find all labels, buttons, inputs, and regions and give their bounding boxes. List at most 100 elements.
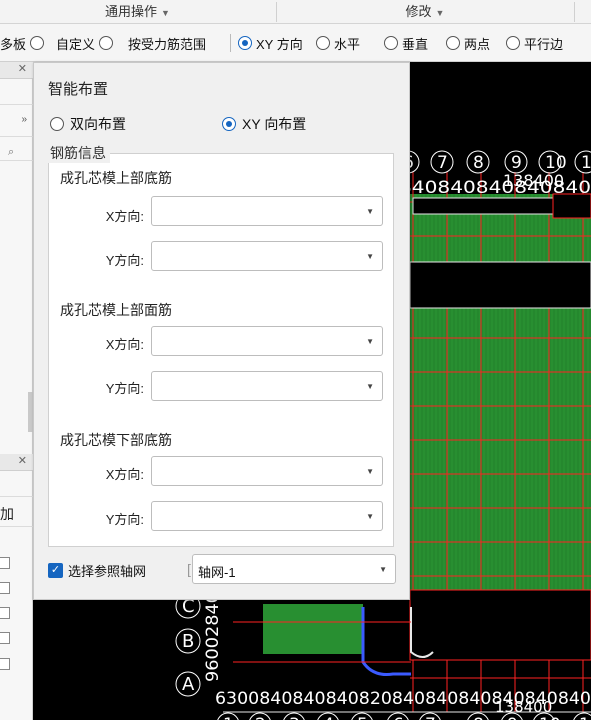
- panel-row: [0, 497, 33, 527]
- toolbar-divider: [230, 34, 231, 52]
- ribbon-divider: [574, 2, 575, 22]
- opening-band: [409, 589, 591, 661]
- slab-region: [410, 404, 591, 604]
- chevron-down-icon: ▼: [161, 8, 170, 18]
- panel-row: [0, 79, 33, 105]
- left-dock-panel: ✕ » ⌕ ✕ 加: [0, 62, 33, 720]
- upper-bottom-rebar-x-select[interactable]: ▼: [151, 196, 383, 226]
- option-slab[interactable]: 多板: [0, 24, 48, 62]
- radio-icon: [384, 36, 398, 50]
- row-checkbox[interactable]: [0, 582, 10, 594]
- radio-icon: [316, 36, 330, 50]
- ribbon-group-general-label: 通用操作: [105, 4, 158, 19]
- mode-bidirectional[interactable]: 双向布置: [50, 114, 126, 134]
- option-two-points-label: 两点: [464, 36, 491, 52]
- x-direction-label: X方向:: [105, 337, 144, 352]
- upper-bottom-rebar-y-select[interactable]: ▼: [151, 241, 383, 271]
- axis-grid-checkbox[interactable]: ✓ 选择参照轴网: [48, 561, 146, 580]
- axis-label-bottom: 9: [507, 715, 518, 720]
- dropdown-arrow-icon: ▼: [366, 467, 374, 476]
- dialog-title: 智能布置: [48, 81, 109, 98]
- option-rebar-range[interactable]: 按受力筋范围: [128, 24, 206, 62]
- axis-label-left: A: [182, 674, 195, 695]
- chevron-down-icon: ▼: [435, 8, 445, 18]
- ribbon-group-modify-label: 修改: [405, 4, 432, 19]
- axis-label-bottom: 1: [579, 715, 590, 720]
- ribbon-group-bar: 通用操作 ▼ 修改 ▼: [0, 0, 591, 24]
- upper-top-rebar-y-select[interactable]: ▼: [151, 371, 383, 401]
- upper-top-rebar-x-select[interactable]: ▼: [151, 326, 383, 356]
- lower-bottom-rebar-x-select[interactable]: ▼: [151, 456, 383, 486]
- axis-label-bottom: 10: [539, 715, 561, 720]
- dropdown-arrow-icon: ▼: [379, 565, 387, 574]
- dropdown-arrow-icon: ▼: [366, 252, 374, 261]
- option-horizontal-label: 水平: [334, 36, 361, 52]
- axis-label-left: B: [182, 631, 194, 652]
- radio-icon: [446, 36, 460, 50]
- top-dimension-string: 840840840840840: [399, 178, 591, 198]
- radio-selected-icon: [222, 117, 236, 131]
- axis-label-top: 7: [437, 153, 448, 173]
- radio-icon: [506, 36, 520, 50]
- option-rebar-range-label: 按受力筋范围: [128, 36, 207, 52]
- section-title: 成孔芯模上部面筋: [60, 302, 172, 318]
- y-direction-label: Y方向:: [105, 512, 144, 527]
- dropdown-arrow-icon: ▼: [366, 382, 374, 391]
- mode-bidirectional-label: 双向布置: [70, 116, 126, 132]
- row-checkbox[interactable]: [0, 557, 10, 569]
- ribbon-group-general[interactable]: 通用操作 ▼: [0, 0, 275, 24]
- row-checkbox[interactable]: [0, 632, 10, 644]
- opening-band: [412, 197, 554, 215]
- panel-header: ✕: [0, 454, 33, 471]
- x-direction-label: X方向:: [105, 467, 144, 482]
- radio-icon: [50, 117, 64, 131]
- panel-row: [0, 105, 33, 137]
- axis-grid-checkbox-label: 选择参照轴网: [68, 564, 147, 579]
- axis-label-bottom: 1: [223, 715, 234, 720]
- option-two-points[interactable]: 两点: [442, 24, 490, 62]
- slab-region: [263, 604, 363, 654]
- axis-label-top: 8: [473, 153, 484, 173]
- radio-selected-icon: [238, 36, 252, 50]
- option-xy-direction-label: XY 方向: [256, 36, 303, 52]
- option-vertical-label: 垂直: [402, 36, 429, 52]
- section-title: 成孔芯模下部底筋: [60, 432, 172, 448]
- dropdown-arrow-icon: ▼: [366, 207, 374, 216]
- axis-label-top: 1: [581, 153, 591, 173]
- axis-label-bottom: 8: [473, 715, 484, 720]
- axis-label-bottom: 4: [323, 715, 334, 720]
- axis-grid-select[interactable]: 轴网-1 ▼: [192, 554, 396, 584]
- panel-header: ✕: [0, 62, 33, 79]
- x-direction-label: X方向:: [105, 209, 144, 224]
- mode-xy-label: XY 向布置: [242, 116, 307, 132]
- axis-label-bottom: 3: [289, 715, 300, 720]
- axis-labels-left: C B A: [182, 596, 195, 695]
- opening-band: [409, 261, 591, 309]
- mode-xy[interactable]: XY 向布置: [222, 114, 306, 134]
- option-slab-label: 多板: [0, 36, 27, 52]
- axis-label-top: 9: [511, 153, 522, 173]
- close-icon[interactable]: ✕: [18, 454, 27, 467]
- lower-bottom-rebar-y-select[interactable]: ▼: [151, 501, 383, 531]
- smart-placement-dialog: 智能布置 双向布置 XY 向布置 钢筋信息 成孔芯模上部底筋 X方向: ▼ Y方…: [33, 62, 410, 600]
- option-xy-direction[interactable]: XY 方向: [234, 24, 303, 62]
- axis-label-top: 10: [545, 153, 567, 173]
- axis-label-bottom: 7: [425, 715, 436, 720]
- panel-search-row: [0, 137, 33, 161]
- option-custom-label: 自定义: [56, 36, 96, 52]
- axis-label-bottom: 5: [357, 715, 368, 720]
- checkbox-checked-icon: ✓: [48, 563, 63, 578]
- close-icon[interactable]: ✕: [18, 62, 27, 75]
- option-vertical[interactable]: 垂直: [380, 24, 428, 62]
- radio-icon: [30, 36, 45, 50]
- option-custom[interactable]: 自定义: [56, 24, 117, 62]
- row-checkbox[interactable]: [0, 607, 10, 619]
- ribbon-group-modify[interactable]: 修改 ▼: [277, 0, 573, 24]
- option-parallel-edge-label: 平行边: [524, 36, 564, 52]
- axis-label-bottom: 6: [393, 715, 404, 720]
- y-direction-label: Y方向:: [105, 381, 144, 396]
- row-checkbox[interactable]: [0, 658, 10, 670]
- radio-icon: [99, 36, 114, 50]
- option-parallel-edge[interactable]: 平行边: [502, 24, 563, 62]
- option-horizontal[interactable]: 水平: [312, 24, 360, 62]
